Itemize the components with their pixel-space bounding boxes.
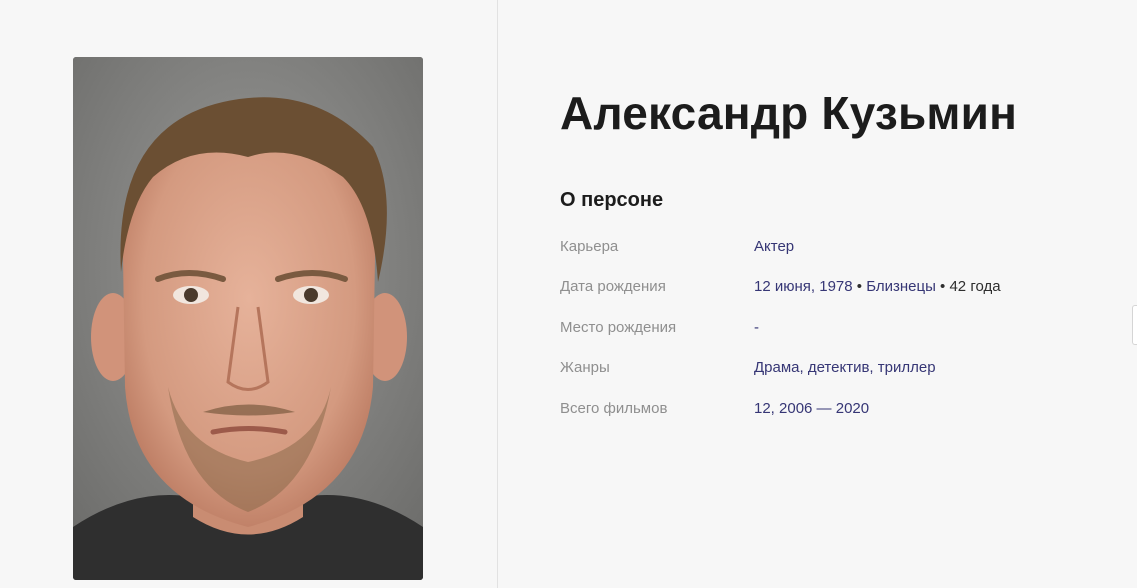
birthplace-label: Место рождения xyxy=(560,318,677,336)
genres-label: Жанры xyxy=(560,359,610,377)
person-name: Александр Кузьмин xyxy=(560,87,1018,139)
birthplace-value: - xyxy=(754,318,759,336)
birthdate-date-link[interactable]: 12 июня, 1978 xyxy=(754,278,853,295)
info-row-films-total: Всего фильмов 12, 2006 — 2020 xyxy=(560,400,1001,440)
films-total-value[interactable]: 12, 2006 — 2020 xyxy=(754,400,869,417)
person-page: Александр Кузьмин О персоне Карьера Акте… xyxy=(0,0,1137,588)
birthdate-separator: • xyxy=(852,278,867,296)
info-row-genres: Жанры Драма, детектив, триллер xyxy=(560,359,1001,399)
age-value: 42 года xyxy=(949,278,1001,296)
films-total-label: Всего фильмов xyxy=(560,399,668,417)
career-value[interactable]: Актер xyxy=(754,238,794,255)
about-info-table: Карьера Актер Дата рождения 12 июня, 197… xyxy=(560,238,1001,440)
zodiac-sign-link[interactable]: Близнецы xyxy=(866,278,936,295)
details-column: Александр Кузьмин О персоне Карьера Акте… xyxy=(499,0,1137,588)
person-photo xyxy=(73,57,423,580)
age-separator: • xyxy=(935,278,950,296)
birthdate-label: Дата рождения xyxy=(560,278,666,296)
genres-value[interactable]: Драма, детектив, триллер xyxy=(754,359,936,376)
info-row-career: Карьера Актер xyxy=(560,238,1001,278)
photo-column xyxy=(0,0,498,588)
info-row-birthplace: Место рождения - xyxy=(560,319,1001,359)
info-row-birthdate: Дата рождения 12 июня, 1978 • Близнецы •… xyxy=(560,278,1001,318)
side-panel-tab[interactable] xyxy=(1132,305,1137,345)
about-section-title: О персоне xyxy=(560,189,664,211)
career-label: Карьера xyxy=(560,238,619,255)
birthdate-value: 12 июня, 1978 • Близнецы • 42 года xyxy=(754,278,1001,295)
